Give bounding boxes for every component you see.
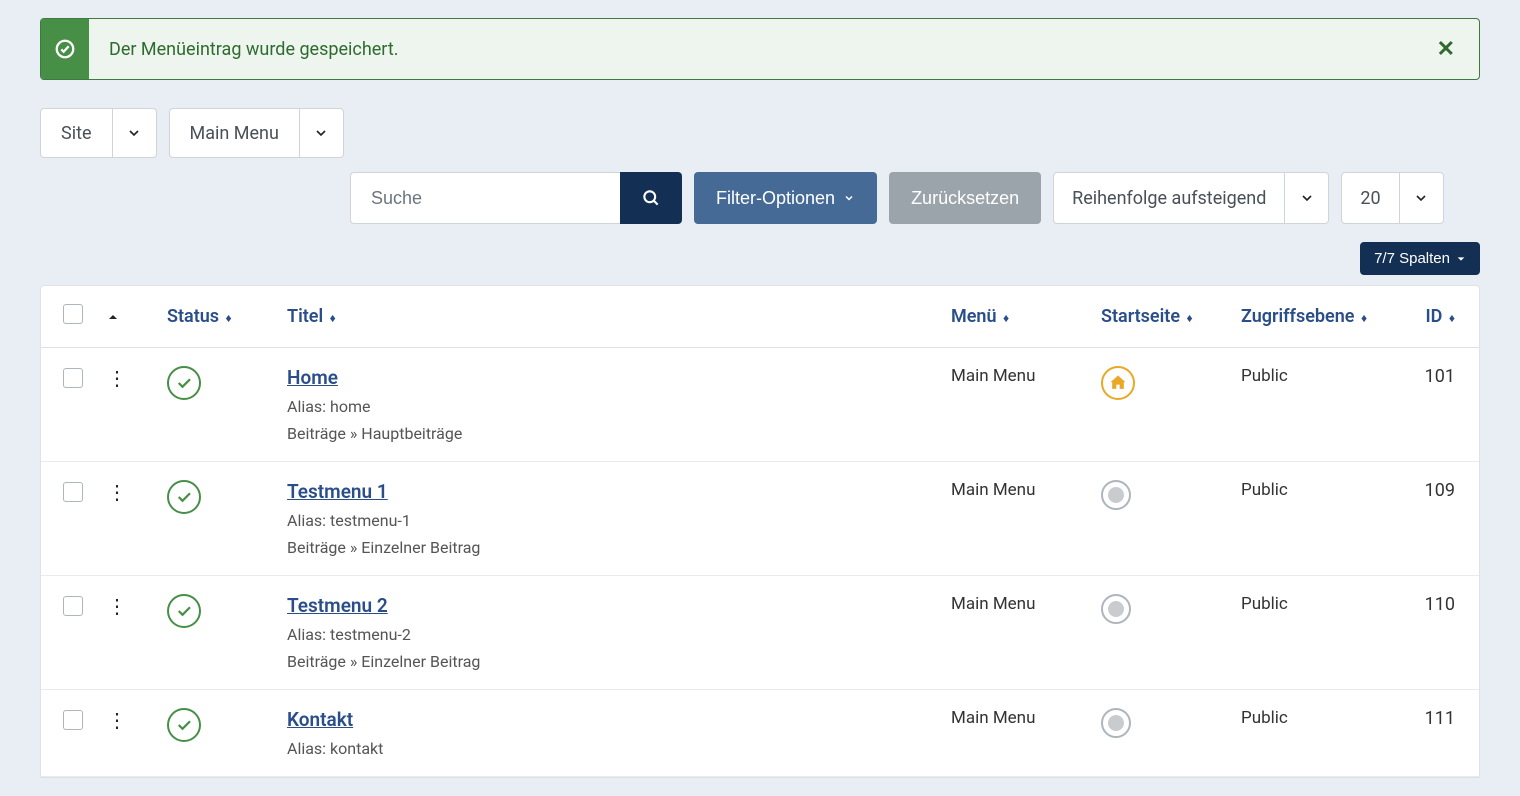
row-actions-menu[interactable]: ⋮ [107, 366, 127, 390]
header-order[interactable] [95, 286, 155, 348]
row-checkbox[interactable] [63, 710, 83, 730]
header-startpage[interactable]: Startseite ♦ [1089, 286, 1229, 348]
search-input[interactable] [350, 172, 620, 224]
filter-options-button[interactable]: Filter-Optionen [694, 172, 877, 224]
table-row: ⋮ Kontakt Alias: kontakt Main Menu Public111 [41, 690, 1479, 777]
header-status[interactable]: Status ♦ [155, 286, 275, 348]
item-access: Public [1229, 462, 1409, 576]
item-access: Public [1229, 576, 1409, 690]
reset-button[interactable]: Zurücksetzen [889, 172, 1041, 224]
row-actions-menu[interactable]: ⋮ [107, 708, 127, 732]
sort-dropdown[interactable]: Reihenfolge aufsteigend [1053, 172, 1329, 224]
header-menu[interactable]: Menü ♦ [939, 286, 1089, 348]
checkmark-icon [41, 19, 89, 79]
set-home-button[interactable] [1101, 594, 1131, 624]
menu-items-table: Status ♦ Titel ♦ Menü ♦ Startseite ♦ Zug… [40, 285, 1480, 778]
item-title-link[interactable]: Home [287, 366, 338, 389]
header-title[interactable]: Titel ♦ [275, 286, 939, 348]
chevron-down-icon [843, 192, 855, 204]
columns-label: 7/7 Spalten [1374, 250, 1450, 267]
row-checkbox[interactable] [63, 482, 83, 502]
item-access: Public [1229, 348, 1409, 462]
item-menu: Main Menu [939, 576, 1089, 690]
row-checkbox[interactable] [63, 596, 83, 616]
item-menu: Main Menu [939, 462, 1089, 576]
home-icon[interactable] [1101, 366, 1135, 400]
status-published-icon[interactable] [167, 480, 201, 514]
status-published-icon[interactable] [167, 708, 201, 742]
item-alias: Alias: home [287, 397, 927, 416]
perpage-label: 20 [1342, 173, 1398, 223]
close-icon[interactable]: ✕ [1413, 37, 1479, 62]
menu-selector-label: Main Menu [170, 109, 299, 157]
item-alias: Alias: testmenu-1 [287, 511, 927, 530]
item-alias: Alias: testmenu-2 [287, 625, 927, 644]
row-actions-menu[interactable]: ⋮ [107, 594, 127, 618]
client-selector[interactable]: Site [40, 108, 157, 158]
table-row: ⋮ Testmenu 1 Alias: testmenu-1 Beiträge » E… [41, 462, 1479, 576]
chevron-down-icon [1456, 254, 1466, 264]
header-access[interactable]: Zugriffsebene ♦ [1229, 286, 1409, 348]
item-title-link[interactable]: Testmenu 2 [287, 594, 388, 617]
perpage-dropdown[interactable]: 20 [1341, 172, 1443, 224]
item-path: Beiträge » Hauptbeiträge [287, 424, 927, 443]
chevron-down-icon[interactable] [1399, 173, 1443, 223]
item-menu: Main Menu [939, 348, 1089, 462]
item-path: Beiträge » Einzelner Beitrag [287, 652, 927, 671]
sort-label: Reihenfolge aufsteigend [1054, 173, 1284, 223]
columns-button[interactable]: 7/7 Spalten [1360, 242, 1480, 275]
item-path: Beiträge » Einzelner Beitrag [287, 538, 927, 557]
success-alert: Der Menüeintrag wurde gespeichert. ✕ [40, 18, 1480, 80]
alert-message: Der Menüeintrag wurde gespeichert. [89, 39, 1413, 60]
search-button[interactable] [620, 172, 682, 224]
search-icon [641, 188, 661, 208]
row-actions-menu[interactable]: ⋮ [107, 480, 127, 504]
row-checkbox[interactable] [63, 368, 83, 388]
item-alias: Alias: kontakt [287, 739, 927, 758]
table-row: ⋮ Testmenu 2 Alias: testmenu-2 Beiträge » E… [41, 576, 1479, 690]
set-home-button[interactable] [1101, 480, 1131, 510]
caret-up-icon [107, 311, 119, 323]
search-group [350, 172, 682, 224]
status-published-icon[interactable] [167, 366, 201, 400]
item-id: 110 [1409, 576, 1479, 690]
item-id: 111 [1409, 690, 1479, 777]
item-title-link[interactable]: Kontakt [287, 708, 353, 731]
filter-options-label: Filter-Optionen [716, 188, 835, 209]
item-menu: Main Menu [939, 690, 1089, 777]
client-selector-label: Site [41, 109, 112, 157]
item-access: Public [1229, 690, 1409, 777]
chevron-down-icon[interactable] [299, 109, 343, 157]
header-id[interactable]: ID ♦ [1409, 286, 1479, 348]
header-select-all[interactable] [41, 286, 95, 348]
table-row: ⋮ Home Alias: home Beiträge » Hauptbeiträge… [41, 348, 1479, 462]
set-home-button[interactable] [1101, 708, 1131, 738]
status-published-icon[interactable] [167, 594, 201, 628]
chevron-down-icon[interactable] [112, 109, 156, 157]
menu-selector[interactable]: Main Menu [169, 108, 344, 158]
item-id: 101 [1409, 348, 1479, 462]
item-id: 109 [1409, 462, 1479, 576]
item-title-link[interactable]: Testmenu 1 [287, 480, 388, 503]
chevron-down-icon[interactable] [1284, 173, 1328, 223]
